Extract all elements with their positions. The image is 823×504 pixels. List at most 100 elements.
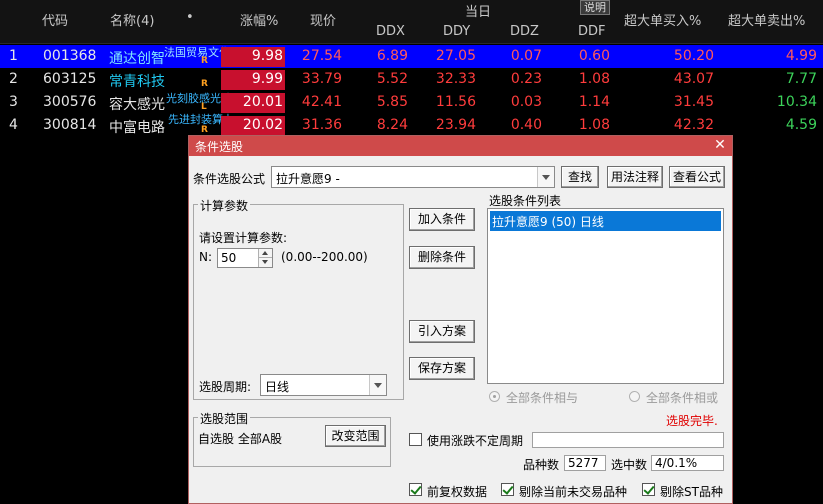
stock-code: 300576 [43,94,97,110]
header-price[interactable]: 现价 [310,10,336,29]
ddz-value: 0.07 [510,48,542,64]
ddz-value: 0.03 [510,94,542,110]
list-item[interactable]: 拉升意愿9 (50) 日线 [490,211,721,231]
formula-value: 拉升意愿9 - [276,172,340,186]
import-scheme-button[interactable]: 引入方案 [409,320,475,343]
chevron-down-icon[interactable] [369,375,386,395]
close-icon[interactable]: ✕ [712,137,728,153]
row-index: 4 [9,117,18,133]
ddf-value: 1.08 [578,71,610,87]
price-value: 31.36 [301,117,342,133]
range-title: 选股范围 [198,410,251,427]
calc-params-title: 计算参数 [198,197,251,214]
selected-value: 4/0.1% [651,455,724,471]
ddy-value: 11.56 [435,94,476,110]
count-label: 品种数 [523,458,560,472]
header-change[interactable]: 涨幅% [240,10,278,29]
super-buy-value: 43.07 [673,71,714,87]
table-row[interactable]: 3 300576 容大感光 光刻胶感光油 L 20.01 42.41 5.85 … [0,91,823,114]
dialog-titlebar[interactable]: 条件选股 ✕ [189,136,732,156]
use-variable-period-label: 使用涨跌不定周期 [427,434,524,448]
row-index: 1 [9,48,18,64]
header-ddy[interactable]: DDY [443,24,470,39]
radio-all-or[interactable] [629,391,640,402]
change-range-button[interactable]: 改变范围 [325,425,386,447]
header-ddf[interactable]: DDF [578,24,606,39]
header-super-sell[interactable]: 超大单卖出% [728,10,805,29]
condition-select-dialog: 条件选股 ✕ 条件选股公式 拉升意愿9 - 查找 用法注释 查看公式 计算参数 … [188,135,733,504]
exclude-untraded-label: 剔除当前未交易品种 [519,485,628,499]
period-value: 日线 [265,380,290,394]
radio-all-and[interactable] [489,391,500,402]
delete-condition-button[interactable]: 删除条件 [409,246,475,269]
super-buy-value: 42.32 [673,117,714,133]
param-name: N: [199,250,213,264]
header-today: 当日 [465,5,492,20]
ddx-value: 8.24 [376,117,408,133]
change-value: 20.02 [242,117,283,133]
r-badge: R [201,56,208,66]
header-name[interactable]: 名称(4) [110,10,154,29]
formula-combo[interactable]: 拉升意愿9 - [271,166,555,188]
ddf-value: 0.60 [578,48,610,64]
use-variable-period-checkbox[interactable] [409,433,422,446]
chevron-down-icon[interactable] [537,167,554,187]
save-scheme-button[interactable]: 保存方案 [409,357,475,380]
exclude-st-label: 剔除ST品种 [660,485,723,499]
view-formula-button[interactable]: 查看公式 [669,166,725,188]
formula-label: 条件选股公式 [193,172,266,186]
adjusted-data-checkbox[interactable] [409,483,422,496]
super-sell-value: 7.77 [785,71,817,87]
r-badge: R [201,79,208,89]
param-n-stepper[interactable]: 50 [217,248,273,268]
row-index: 2 [9,71,18,87]
condition-list[interactable]: 拉升意愿9 (50) 日线 [487,208,724,384]
chevron-up-icon[interactable] [258,249,272,258]
stock-table: 代码 名称(4) • 涨幅% 现价 当日 DDX DDY DDZ DDF 说明 … [0,0,823,140]
chevron-down-icon[interactable] [258,258,272,267]
super-sell-value: 10.34 [776,94,817,110]
ddy-value: 27.05 [435,48,476,64]
radio-all-or-label: 全部条件相或 [646,391,719,405]
ddx-value: 6.89 [376,48,408,64]
stock-name: 中富电路 [109,120,165,136]
stock-code: 603125 [43,71,97,87]
super-sell-value: 4.59 [785,117,817,133]
price-value: 42.41 [301,94,342,110]
ddy-value: 32.33 [435,71,476,87]
ddf-value: 1.14 [578,94,610,110]
table-row[interactable]: 4 300814 中富电路 先进封装算力 R 20.02 31.36 8.24 … [0,113,823,137]
period-field[interactable] [532,432,724,448]
change-value: 20.01 [242,94,283,110]
table-row[interactable]: 1 001368 通达创智 法国贸易文化 R 9.98 27.54 6.89 2… [0,45,823,68]
super-buy-value: 31.45 [673,94,714,110]
period-combo[interactable]: 日线 [260,374,387,396]
usage-notes-button[interactable]: 用法注释 [607,166,663,188]
change-value: 9.98 [251,48,283,64]
price-value: 33.79 [301,71,342,87]
exclude-st-checkbox[interactable] [642,483,655,496]
table-row[interactable]: 2 603125 常青科技 R 9.99 33.79 5.52 32.33 0.… [0,68,823,91]
ddz-value: 0.23 [510,71,542,87]
period-label: 选股周期: [199,380,252,394]
super-sell-value: 4.99 [785,48,817,64]
change-value: 9.99 [251,71,283,87]
exclude-untraded-checkbox[interactable] [501,483,514,496]
explain-button[interactable]: 说明 [580,0,610,15]
adjusted-data-label: 前复权数据 [427,485,488,499]
add-condition-button[interactable]: 加入条件 [409,208,475,231]
ddx-value: 5.85 [376,94,408,110]
header-super-buy[interactable]: 超大单买入% [624,10,701,29]
find-button[interactable]: 查找 [561,166,599,188]
header-dot: • [186,10,194,25]
ddx-value: 5.52 [376,71,408,87]
header-code[interactable]: 代码 [42,10,68,29]
header-ddz[interactable]: DDZ [510,24,539,39]
table-header: 代码 名称(4) • 涨幅% 现价 当日 DDX DDY DDZ DDF 说明 … [0,0,823,44]
stock-name: 常青科技 [109,74,165,90]
stock-name: 容大感光 [109,97,165,113]
range-value: 自选股 全部A股 [198,432,283,446]
ddf-value: 1.08 [578,117,610,133]
condition-list-label: 选股条件列表 [489,194,562,208]
header-ddx[interactable]: DDX [376,24,405,39]
